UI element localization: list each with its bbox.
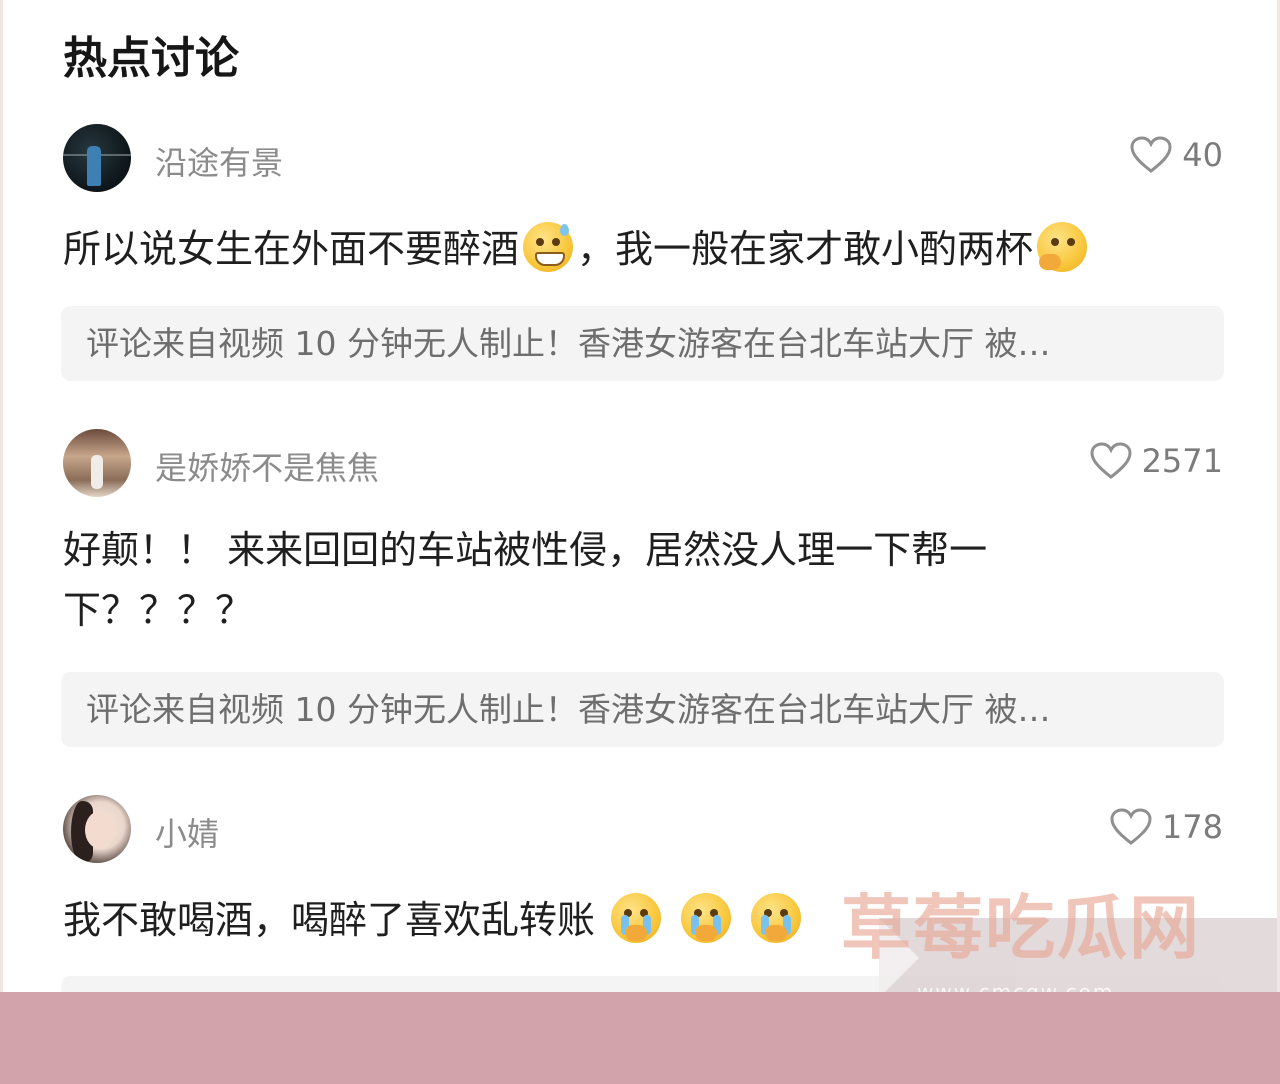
pleading-face-emoji — [751, 893, 802, 943]
grinning-sweat-emoji — [523, 222, 574, 272]
like-count: 178 — [1161, 808, 1223, 846]
comment-text: 所以说女生在外面不要醉酒 ，我一般在家才敢小酌两杯 — [63, 219, 1091, 279]
watermark-url: www.cmcgw.com — [917, 980, 1115, 992]
comment-text: 我不敢喝酒，喝醉了喜欢乱转账 — [63, 890, 805, 950]
like-button[interactable]: 40 — [1130, 136, 1223, 174]
comment-source-link[interactable]: 评论来自视频 10 分钟无人制止！香港女游客在台北车站大厅 被… — [61, 306, 1224, 381]
comment-panel: 热点讨论 沿途有景 40 所以说女生在外面不要醉酒 ，我一般在家才敢小酌两杯 评论… — [0, 0, 1280, 992]
comment-text-part: 所以说女生在外面不要醉酒 — [63, 227, 520, 271]
like-button[interactable]: 178 — [1110, 808, 1223, 846]
heart-icon[interactable] — [1110, 808, 1152, 846]
like-count: 2571 — [1141, 442, 1223, 480]
avatar[interactable] — [63, 124, 131, 192]
avatar[interactable] — [63, 795, 131, 863]
heart-icon[interactable] — [1130, 136, 1172, 174]
comment-text-part: ，我一般在家才敢小酌两杯 — [577, 227, 1034, 271]
like-button[interactable]: 2571 — [1090, 442, 1223, 480]
pleading-face-emoji — [681, 893, 732, 943]
comment-text-line: 下？？？？ — [63, 588, 254, 632]
comment-source-link[interactable]: 评论来自视频 10 分钟无人制止！香港女游客在台北车站大厅 被… — [61, 672, 1224, 747]
section-title: 热点讨论 — [63, 33, 239, 84]
comment-text-part: 我不敢喝酒，喝醉了喜欢乱转账 — [63, 898, 596, 942]
thinking-emoji — [1037, 222, 1088, 272]
heart-icon[interactable] — [1090, 442, 1132, 480]
comment-username[interactable]: 沿途有景 — [155, 138, 283, 184]
avatar[interactable] — [63, 429, 131, 497]
comment-username[interactable]: 是娇娇不是焦焦 — [155, 443, 379, 489]
comment-username[interactable]: 小婧 — [155, 809, 219, 855]
watermark-brand: 草莓吃瓜网 — [841, 886, 1201, 969]
like-count: 40 — [1182, 136, 1223, 174]
comment-text-line: 好颠！！ 来来回回的车站被性侵，居然没人理一下帮一 — [63, 528, 988, 572]
bottom-band — [0, 992, 1280, 1084]
pleading-face-emoji — [611, 893, 662, 943]
